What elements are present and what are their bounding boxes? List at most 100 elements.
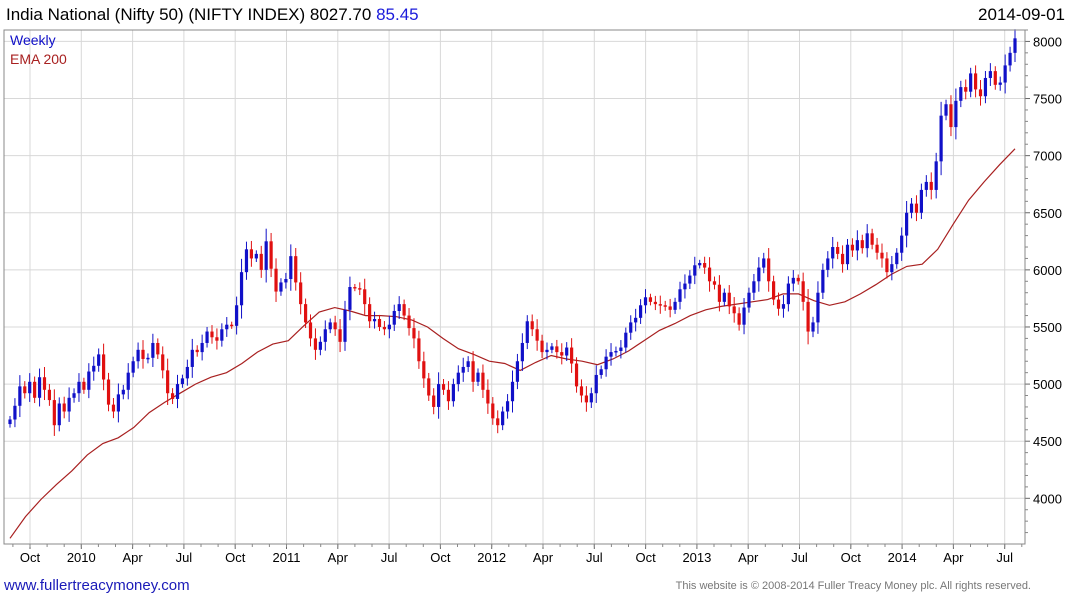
candle-body <box>210 331 214 338</box>
candle-body <box>742 307 746 325</box>
candle-body <box>496 418 500 426</box>
candle-body <box>82 381 86 390</box>
candle-body <box>141 349 145 359</box>
candle-body <box>663 305 667 307</box>
legend-ema: EMA 200 <box>10 51 67 67</box>
x-tick-label: Apr <box>122 550 143 565</box>
candle-body <box>850 244 855 251</box>
candle-body <box>161 354 165 371</box>
candle-body <box>37 377 42 398</box>
candle-body <box>993 71 997 85</box>
candle-body <box>363 289 367 305</box>
candle-body <box>461 366 465 373</box>
x-tick-label: 2011 <box>273 550 301 565</box>
candle-body <box>722 292 726 302</box>
candle-body <box>185 366 189 379</box>
candle-body <box>648 297 653 302</box>
candle-body <box>712 281 717 285</box>
candle-body <box>919 189 923 213</box>
candle-body <box>973 73 978 90</box>
candle-body <box>77 381 81 394</box>
candle-body <box>72 393 76 398</box>
candle-body <box>939 115 943 162</box>
candle-body <box>964 87 968 92</box>
candle-body <box>466 361 470 367</box>
candle-body <box>737 313 741 325</box>
candle-body <box>978 89 983 97</box>
price-chart: 4000 4500 5000 5500 6000 6500 7000 7500 8000 Oct… <box>3 29 1062 565</box>
candle-body <box>407 315 411 329</box>
candle-body <box>481 372 485 390</box>
candle-body <box>156 342 160 355</box>
candle-body <box>589 393 593 403</box>
candle-body <box>535 329 539 341</box>
candle-body <box>269 241 273 269</box>
candle-body <box>333 322 337 330</box>
candle-body <box>816 292 820 323</box>
candle-body <box>437 384 441 407</box>
y-axis: 4000 4500 5000 5500 6000 6500 7000 7500 8000 <box>1025 29 1062 534</box>
candle-body <box>525 321 529 343</box>
candle-body <box>23 386 27 394</box>
candle-body <box>629 322 633 333</box>
x-tick-label: Oct <box>841 550 862 565</box>
ema-layer <box>9 148 1016 539</box>
y-tick-label: 7500 <box>1033 92 1062 107</box>
candle-body <box>540 340 544 353</box>
candle-body <box>860 240 864 249</box>
candle-body <box>983 77 988 97</box>
candle-body <box>565 347 569 356</box>
candle-body <box>836 247 840 254</box>
x-tick-label: Jul <box>381 550 398 565</box>
candle-body <box>170 393 175 399</box>
candle-body <box>87 371 91 390</box>
candle-layer <box>8 29 1017 436</box>
candle-body <box>801 281 805 302</box>
candle-body <box>372 318 377 322</box>
candle-body <box>840 253 845 265</box>
candle-body <box>249 249 253 259</box>
candle-body <box>683 283 687 290</box>
candle-body <box>520 342 524 362</box>
candle-body <box>673 301 677 310</box>
candle-body <box>900 235 904 253</box>
candle-body <box>397 304 401 311</box>
candle-body <box>698 263 702 266</box>
candle-body <box>175 384 180 399</box>
candle-body <box>259 253 263 270</box>
candle-body <box>195 349 199 353</box>
candle-body <box>274 268 278 292</box>
candle-body <box>875 244 879 253</box>
candle-body <box>668 306 672 310</box>
candle-body <box>658 304 662 306</box>
candle-body <box>121 389 125 395</box>
copyright-notice: This website is © 2008-2014 Fuller Treac… <box>675 580 1031 592</box>
candle-body <box>126 372 130 390</box>
y-tick-label: 8000 <box>1033 34 1062 49</box>
candle-body <box>131 361 135 373</box>
candle-body <box>451 384 455 402</box>
candle-body <box>855 240 859 251</box>
candle-body <box>67 397 71 412</box>
candle-body <box>678 289 682 302</box>
candle-body <box>786 283 790 305</box>
candle-body <box>166 370 170 394</box>
candle-body <box>358 288 362 290</box>
x-tick-label: Oct <box>430 550 451 565</box>
candle-body <box>574 363 579 387</box>
legend-weekly: Weekly <box>10 32 56 48</box>
candle-body <box>954 100 958 128</box>
candle-body <box>707 267 712 282</box>
candle-body <box>752 281 756 293</box>
candle-body <box>880 252 884 259</box>
candle-body <box>550 346 554 350</box>
candle-body <box>57 403 61 426</box>
candle-body <box>604 356 608 370</box>
candle-body <box>555 346 559 353</box>
candle-body <box>136 349 140 362</box>
website-link[interactable]: www.fullertreacymoney.com <box>4 577 190 594</box>
y-tick-label: 4000 <box>1033 491 1062 506</box>
candle-body <box>422 361 426 379</box>
candle-body <box>151 342 155 358</box>
candle-body <box>491 403 495 419</box>
